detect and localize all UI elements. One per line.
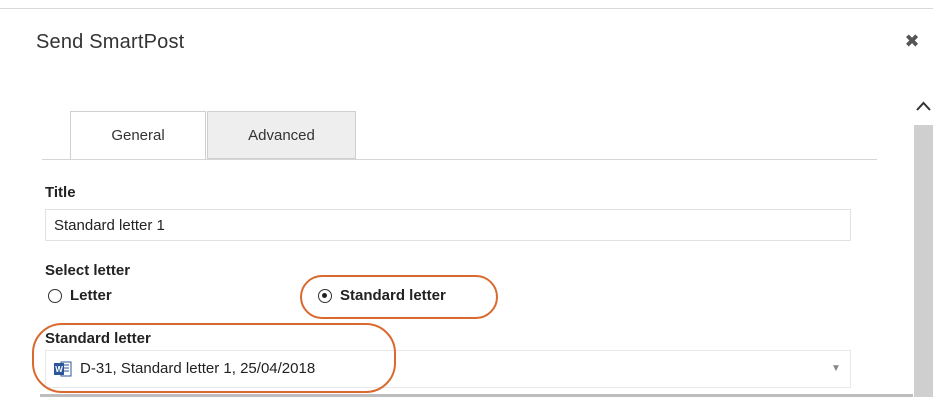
title-label: Title	[45, 184, 76, 201]
tab-general[interactable]: General	[70, 111, 206, 160]
chevron-down-icon: ▼	[831, 363, 841, 374]
scrollbar-track[interactable]	[914, 125, 933, 397]
standard-letter-label: Standard letter	[45, 330, 151, 347]
standard-letter-select[interactable]: W D-31, Standard letter 1, 25/04/2018 ▼	[45, 350, 851, 388]
select-letter-label: Select letter	[45, 262, 131, 279]
tab-advanced[interactable]: Advanced	[207, 111, 356, 159]
svg-text:W: W	[55, 365, 63, 374]
close-button[interactable]: ✖	[902, 30, 922, 52]
radio-selected-dot	[322, 293, 327, 298]
top-edge	[0, 0, 933, 9]
chevron-up-icon	[916, 101, 931, 111]
tab-general-label: General	[111, 127, 165, 144]
dialog-title: Send SmartPost	[36, 31, 185, 53]
radio-standard-letter-circle	[318, 289, 332, 303]
radio-letter-circle	[48, 289, 62, 303]
radio-standard-letter-label: Standard letter	[340, 287, 446, 304]
close-icon: ✖	[904, 31, 920, 51]
word-document-icon: W	[54, 361, 72, 377]
standard-letter-value: D-31, Standard letter 1, 25/04/2018	[80, 360, 316, 377]
radio-letter-label: Letter	[70, 287, 112, 304]
scroll-up-button[interactable]	[914, 96, 933, 118]
title-input[interactable]	[45, 209, 851, 241]
tabs-divider	[42, 159, 877, 160]
tab-advanced-label: Advanced	[248, 127, 315, 144]
